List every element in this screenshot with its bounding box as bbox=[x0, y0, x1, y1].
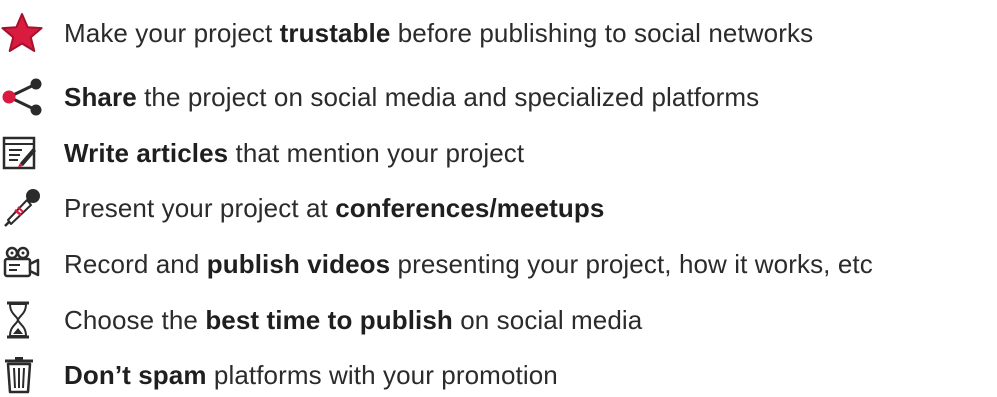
list-item: Make your project trustable before publi… bbox=[0, 11, 813, 55]
item-text: Make your project trustable before publi… bbox=[64, 18, 814, 48]
tips-list: Make your project trustable before publi… bbox=[0, 0, 997, 394]
item-text: Share the project on social media and sp… bbox=[64, 82, 760, 112]
item-text: Don’t spam platforms with your promotion bbox=[64, 360, 558, 390]
item-text: Write articles that mention your project bbox=[64, 138, 525, 168]
list-item: Present your project at conferences/meet… bbox=[0, 186, 604, 230]
list-item: Share the project on social media and sp… bbox=[0, 75, 759, 119]
hourglass-icon bbox=[0, 300, 50, 340]
list-item: Choose the best time to publish on socia… bbox=[0, 298, 642, 342]
item-text: Choose the best time to publish on socia… bbox=[64, 305, 643, 335]
memo-icon bbox=[0, 133, 50, 173]
movie-camera-icon bbox=[0, 244, 50, 284]
list-item: Record and publish videos presenting you… bbox=[0, 242, 873, 286]
star-icon bbox=[0, 13, 50, 53]
list-item: Don’t spam platforms with your promotion bbox=[0, 353, 558, 397]
item-text: Record and publish videos presenting you… bbox=[64, 249, 873, 279]
item-text: Present your project at conferences/meet… bbox=[64, 193, 605, 223]
microphone-icon bbox=[0, 188, 50, 228]
trash-icon bbox=[0, 355, 50, 395]
share-icon bbox=[0, 77, 50, 117]
list-item: Write articles that mention your project bbox=[0, 131, 524, 175]
